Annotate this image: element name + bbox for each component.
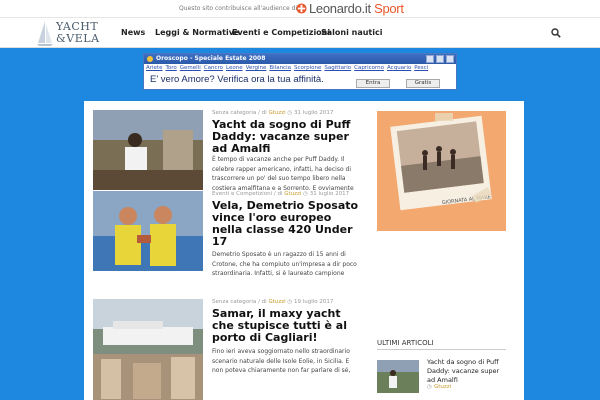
post-item: Eventi e Competizioni / di Gtuzzi ◷ 31 l… [93,191,362,291]
latest-post-author[interactable]: Gtuzzi [434,384,451,390]
widget-divider [377,349,506,350]
close-icon[interactable] [446,55,454,63]
maximize-icon[interactable] [436,55,444,63]
zodiac-signs-list: Ariete Toro Gemelli Cancro Leone Vergine Bilan… [146,65,431,71]
sign-link[interactable]: Capricorno [354,65,384,71]
leonardo-logo-icon[interactable] [296,3,307,14]
post-excerpt: È tempo di vacanze anche per Puff Daddy.… [212,156,354,191]
main-content: Senza categoria / di Gtuzzi ◷ 31 luglio … [84,101,524,400]
sign-link[interactable]: Vergine [246,65,267,71]
beach-illustration: GIORNATA AL MARE [377,111,506,231]
post-meta: Eventi e Competizioni / di Gtuzzi ◷ 31 l… [212,191,350,197]
site-header: YACHT &VELA News Leggi & Normative Event… [0,18,600,48]
leonardo-brand-link[interactable]: Leonardo.it Sport [309,1,404,16]
nav-item-eventi-competizioni[interactable]: Eventi e Competizioni [232,28,330,37]
sign-link[interactable]: Ariete [146,65,162,71]
free-button[interactable]: Gratis [406,79,440,88]
widget-title: ULTIMI ARTICOLI [377,339,434,347]
enter-button[interactable]: Entra [356,79,390,88]
post-item: Senza categoria / di Gtuzzi ◷ 19 luglio … [93,299,355,400]
post-thumbnail[interactable] [93,299,203,400]
post-meta: Senza categoria / di Gtuzzi ◷ 31 luglio … [212,110,334,116]
search-icon[interactable] [551,28,561,38]
banner-question: E' vero Amore? Verifica ora la tua affin… [150,74,324,85]
sign-link[interactable]: Leone [226,65,243,71]
logo-line-1: YACHT [56,20,99,33]
sign-link[interactable]: Gemelli [180,65,201,71]
sun-icon [147,56,153,62]
logo-line-2: &VELA [56,32,100,45]
post-title[interactable]: Yacht da sogno di Puff Daddy: vacanze su… [212,119,362,155]
sailboat-icon [37,21,53,46]
banner-titlebar: Oroscopo - Speciale Estate 2008 [144,54,456,64]
sign-link[interactable]: Scorpione [294,65,321,71]
site-logo[interactable]: YACHT &VELA [36,19,108,47]
clock-icon: ◷ [427,384,432,390]
post-excerpt: Demetrio Sposato è un ragazzo di 15 anni… [212,251,362,280]
nav-item-saloni-nautici[interactable]: Saloni nautici [321,28,382,37]
sign-link[interactable]: Pesci [414,65,428,71]
minimize-icon[interactable] [426,55,434,63]
sign-link[interactable]: Toro [165,65,176,71]
latest-post-thumbnail[interactable] [377,360,419,393]
sign-link[interactable]: Sagittario [324,65,351,71]
latest-post-title[interactable]: Yacht da sogno di Puff Daddy: vacanze su… [427,358,507,385]
post-excerpt: Fino ieri aveva soggiornato nello straor… [212,348,351,375]
promo-text: Questo sito contribuisce all'audience di [179,5,298,12]
sign-link[interactable]: Cancro [204,65,223,71]
top-promo-bar: Questo sito contribuisce all'audience di… [0,0,600,18]
post-title[interactable]: Vela, Demetrio Sposato vince l'oro europ… [212,200,362,248]
banner-title: Oroscopo - Speciale Estate 2008 [156,55,266,62]
sign-link[interactable]: Acquario [387,65,411,71]
horoscope-banner[interactable]: Oroscopo - Speciale Estate 2008 Ariete To… [143,53,457,90]
sign-link[interactable]: Bilancia [269,65,291,71]
post-meta: Senza categoria / di Gtuzzi ◷ 19 luglio … [212,299,334,305]
nav-item-news[interactable]: News [121,28,145,37]
post-thumbnail[interactable] [93,110,203,190]
post-title[interactable]: Samar, il maxy yacht che stupisce tutti … [212,308,362,344]
sidebar-ad-image[interactable]: GIORNATA AL MARE [377,111,506,231]
nav-item-leggi-normative[interactable]: Leggi & Normative [155,28,239,37]
post-thumbnail[interactable] [93,191,203,271]
